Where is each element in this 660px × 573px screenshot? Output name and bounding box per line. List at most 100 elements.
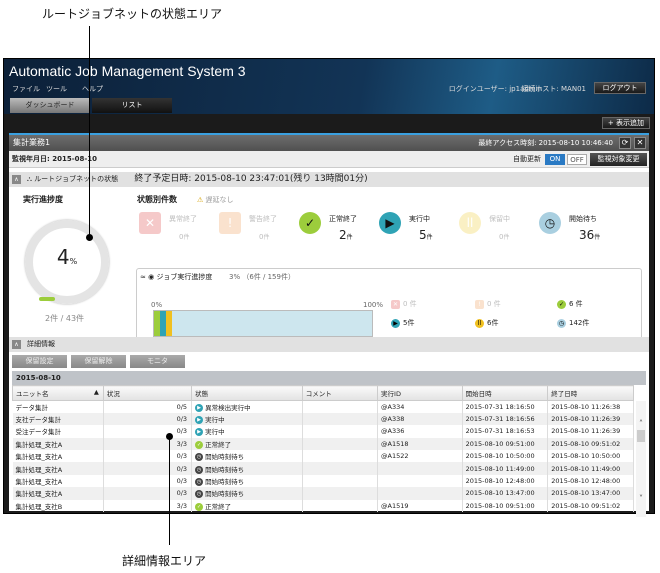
- warning-icon: !: [219, 212, 241, 234]
- collapse-icon[interactable]: ∧: [12, 340, 21, 349]
- cell: 2015-08-10 09:51:00: [462, 499, 549, 513]
- callout-line-bottom: [169, 437, 170, 545]
- status-count: 0件: [259, 233, 270, 241]
- cell: 3/3: [103, 499, 193, 513]
- dashboard-panel: 集計業務1 最終アクセス時刻: 2015-08-10 10:46:40 ⟳ ✕ …: [9, 133, 649, 517]
- cell: 集計処理_支社A: [12, 450, 104, 463]
- tab-dashboard[interactable]: ダッシュボード: [10, 98, 90, 113]
- refresh-icon[interactable]: ⟳: [619, 137, 631, 149]
- cell: [302, 412, 379, 426]
- menu-help[interactable]: ヘルプ: [82, 84, 103, 94]
- menu-file[interactable]: ファイル: [12, 84, 40, 94]
- monitor-date-row: 監視年月日: 2015-08-10 自動更新 ON OFF 監視対象変更: [9, 151, 649, 168]
- check-icon: ✓: [299, 212, 321, 234]
- column-header[interactable]: 状況: [102, 385, 193, 401]
- column-header[interactable]: 開始日時: [461, 385, 549, 401]
- scrollbar[interactable]: ˄ ˅: [636, 401, 646, 517]
- cell: 0/3: [103, 474, 193, 488]
- column-header[interactable]: ユニット名 ▲: [12, 385, 104, 401]
- status-label: 正常終了: [329, 215, 357, 223]
- auto-update-on[interactable]: ON: [545, 154, 565, 165]
- cell: @A1519: [377, 499, 463, 513]
- cell: [302, 450, 379, 463]
- clock-icon: ◷: [195, 465, 204, 474]
- panel-title: 集計業務1: [13, 138, 51, 147]
- hold-set-button[interactable]: 保留設定: [12, 355, 67, 368]
- auto-update-off[interactable]: OFF: [567, 154, 587, 165]
- cell: @A334: [377, 400, 463, 413]
- table-row[interactable]: 集計処理_支社A 3/3 ✓ 正常終了 @A1518 2015-08-10 09:51:0…: [12, 437, 634, 451]
- progress-ring-fill: [39, 297, 55, 301]
- job-progress-summary: 3% （6件 / 159件）: [229, 273, 295, 281]
- cell: 2015-08-10 11:49:00: [462, 462, 549, 475]
- status-label: 異常終了: [169, 215, 197, 223]
- table-row[interactable]: 集計処理_支社A 0/3 ◷ 開始時刻待ち 2015-08-10 12:48:00 201…: [12, 474, 634, 488]
- cell: 3/3: [103, 437, 193, 451]
- play-icon: ▶: [195, 416, 204, 425]
- table-row[interactable]: データ集計 0/5 ▶ 異常検出実行中 @A334 2015-07-31 18:16:50…: [12, 400, 634, 413]
- check-icon: ✓: [195, 502, 204, 511]
- app-header: Automatic Job Management System 3 ファイル ツ…: [4, 59, 654, 114]
- cell: [302, 474, 379, 488]
- panel-title-bar: 集計業務1 最終アクセス時刻: 2015-08-10 10:46:40 ⟳ ✕: [9, 133, 649, 151]
- cell: 2015-08-10 10:50:00: [547, 450, 634, 463]
- column-header[interactable]: 実行ID: [377, 385, 463, 401]
- cell: 集計処理_支社A: [12, 487, 104, 500]
- status-count-title: 状態別件数: [137, 195, 177, 204]
- cell: 2015-08-10 09:51:00: [462, 437, 549, 451]
- cell-status: ◷ 開始時刻待ち: [191, 487, 303, 500]
- app-window: Automatic Job Management System 3 ファイル ツ…: [3, 58, 655, 517]
- status-label: 実行中: [409, 215, 430, 223]
- job-progress-box: ≈ ◉ ジョブ実行進捗度 3% （6件 / 159件） 0% 100% ✕ 0 件…: [136, 268, 642, 340]
- cell: 2015-07-31 18:16:56: [462, 412, 549, 426]
- cell-status: ▶ 実行中: [191, 412, 303, 426]
- monitor-button[interactable]: モニタ: [130, 355, 185, 368]
- cell: 0/3: [103, 450, 193, 463]
- change-target-button[interactable]: 監視対象変更: [590, 153, 647, 166]
- collapse-icon: ≈ ◉: [140, 273, 157, 281]
- app-title: Automatic Job Management System 3: [9, 63, 246, 79]
- cell: [302, 425, 379, 438]
- cell: 2015-08-10 11:26:38: [547, 400, 634, 413]
- menu-tools[interactable]: ツール: [46, 84, 67, 94]
- cell: 集計処理_支社B: [12, 499, 104, 513]
- progress-title: 実行進捗度: [23, 195, 63, 204]
- bar-max-label: 100%: [363, 301, 384, 309]
- table-row[interactable]: 支社データ集計 0/3 ▶ 実行中 @A338 2015-07-31 18:16:56 20…: [12, 412, 634, 426]
- table-row[interactable]: 集計処理_支社B 3/3 ✓ 正常終了 @A1519 2015-08-10 09:51:0…: [12, 499, 634, 513]
- column-header[interactable]: コメント: [301, 385, 379, 401]
- cell: [302, 437, 379, 451]
- detail-title: 詳細情報: [27, 340, 55, 348]
- last-access-time: 最終アクセス時刻: 2015-08-10 10:46:40: [478, 139, 613, 147]
- tab-list[interactable]: リスト: [92, 98, 172, 113]
- warning-icon: ⚠: [197, 196, 204, 204]
- column-header[interactable]: 状態: [191, 385, 303, 401]
- cell: 2015-08-10 12:48:00: [462, 474, 549, 488]
- cell: @A1522: [377, 450, 463, 463]
- cell: [377, 474, 463, 488]
- cell: @A338: [377, 412, 463, 426]
- delay-status: ⚠ 遅延なし: [197, 196, 234, 204]
- table-row[interactable]: 集計処理_支社A 0/3 ◷ 開始時刻待ち 2015-08-10 11:49:00 201…: [12, 462, 634, 475]
- status-label: 警告終了: [249, 215, 277, 223]
- close-icon[interactable]: ✕: [634, 137, 646, 149]
- collapse-icon[interactable]: ∧: [12, 175, 21, 184]
- cell: 2015-08-10 09:51:02: [547, 437, 634, 451]
- column-header[interactable]: 終了日時: [547, 385, 634, 401]
- cell-status: ✓ 正常終了: [191, 437, 303, 451]
- cell-status: ◷ 開始時刻待ち: [191, 462, 303, 475]
- cell-status: ▶ 異常検出実行中: [191, 400, 303, 413]
- table-row[interactable]: 集計処理_支社A 0/3 ◷ 開始時刻待ち @A1522 2015-08-10 10:50…: [12, 450, 634, 463]
- hold-release-button[interactable]: 保留解除: [71, 355, 126, 368]
- table-row[interactable]: 受注データ集計 0/3 ▶ 実行中 @A336 2015-07-31 18:16:53 20…: [12, 425, 634, 438]
- cell: [302, 499, 379, 513]
- logout-button[interactable]: ログアウト: [594, 82, 646, 94]
- cell: 2015-08-10 13:47:00: [547, 487, 634, 500]
- cell: 2015-08-10 11:49:00: [547, 462, 634, 475]
- table-row[interactable]: 集計処理_支社A 0/3 ◷ 開始時刻待ち 2015-08-10 13:47:00 201…: [12, 487, 634, 500]
- add-view-button[interactable]: + 表示追加: [601, 117, 650, 129]
- connected-host: 接続ホスト: MAN01: [521, 85, 586, 93]
- status-label: 保留中: [489, 215, 510, 223]
- cell-status: ✓ 正常終了: [191, 499, 303, 513]
- end-time: 終了予定日時: 2015-08-10 23:47:01(残り 13時間01分): [134, 174, 368, 184]
